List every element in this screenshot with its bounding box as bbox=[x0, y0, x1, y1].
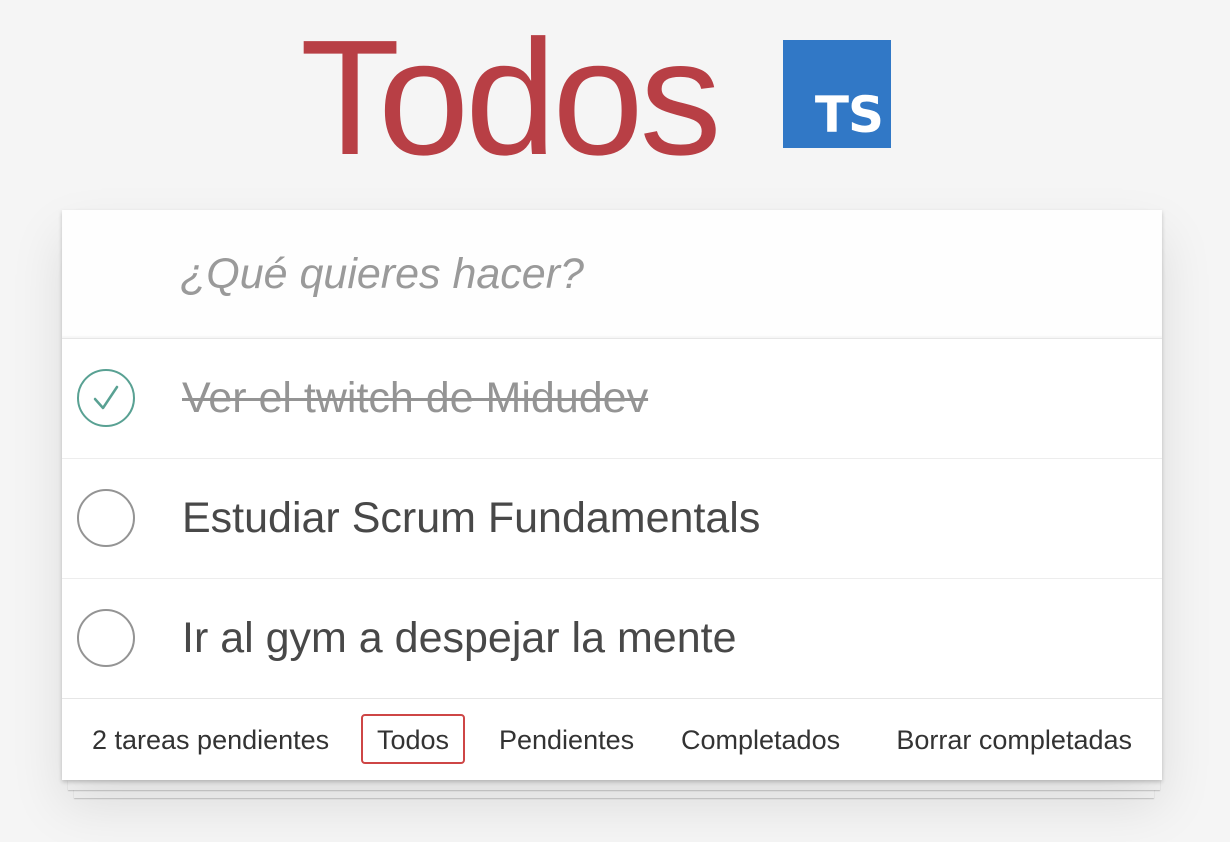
todo-count: 2 tareas pendientes bbox=[92, 725, 330, 755]
stack-shadow-middle bbox=[68, 780, 1160, 790]
new-todo-input[interactable] bbox=[62, 210, 1162, 338]
todo-item[interactable]: Estudiar Scrum Fundamentals bbox=[62, 459, 1162, 579]
todo-label: Ver el twitch de Midudev bbox=[182, 374, 649, 422]
typescript-logo: TS bbox=[783, 40, 891, 148]
footer: 2 tareas pendientes Todos Pendientes Com… bbox=[62, 698, 1162, 781]
filter-all[interactable]: Todos bbox=[361, 714, 466, 764]
filter-completed[interactable]: Completados bbox=[665, 714, 856, 764]
todo-app: Ver el twitch de Midudev Estudiar Scrum … bbox=[62, 210, 1162, 780]
todo-item[interactable]: Ir al gym a despejar la mente bbox=[62, 579, 1162, 699]
check-icon bbox=[93, 385, 119, 410]
typescript-logo-text: TS bbox=[814, 86, 884, 144]
app-title: Todos bbox=[300, 6, 722, 189]
todo-list: Ver el twitch de Midudev Estudiar Scrum … bbox=[62, 338, 1162, 699]
todo-label: Estudiar Scrum Fundamentals bbox=[182, 494, 761, 542]
toggle-checkbox-checked[interactable] bbox=[77, 369, 135, 427]
clear-completed-button[interactable]: Borrar completadas bbox=[896, 699, 1132, 781]
todo-label: Ir al gym a despejar la mente bbox=[182, 614, 737, 662]
toggle-checkbox[interactable] bbox=[77, 489, 135, 547]
filter-pending[interactable]: Pendientes bbox=[483, 714, 650, 764]
toggle-checkbox[interactable] bbox=[77, 609, 135, 667]
header: Todos TS bbox=[0, 0, 1230, 200]
todo-item[interactable]: Ver el twitch de Midudev bbox=[62, 339, 1162, 459]
